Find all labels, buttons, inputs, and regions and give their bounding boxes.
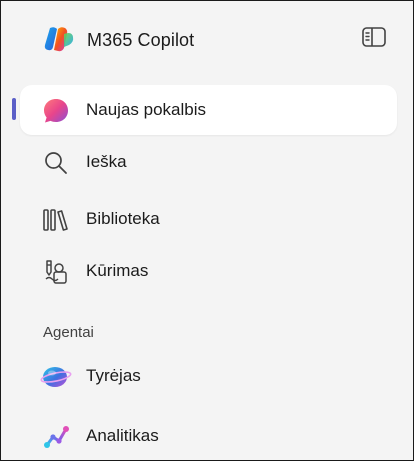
nav-item-label: Biblioteka — [86, 209, 160, 228]
analyst-icon — [42, 423, 70, 451]
create-icon — [42, 258, 70, 286]
researcher-icon — [40, 363, 72, 391]
app-title: M365 Copilot — [87, 30, 195, 50]
agents-section-label: Agentai — [43, 324, 94, 341]
nav-item-label: Naujas pokalbis — [86, 100, 207, 119]
copilot-sidebar: M365 Copilot Naujas pokalbis Ieška Bibli… — [0, 0, 414, 461]
library-icon — [42, 206, 70, 234]
new-chat-icon — [42, 97, 70, 125]
nav-item-library[interactable]: Biblioteka — [20, 194, 397, 244]
sidebar-toggle-icon — [361, 26, 387, 53]
active-indicator — [12, 98, 16, 120]
nav-item-search[interactable]: Ieška — [20, 137, 397, 187]
agent-item-label: Tyrėjas — [86, 366, 141, 385]
sidebar-header: M365 Copilot — [1, 1, 413, 79]
nav-item-new-chat[interactable]: Naujas pokalbis — [20, 85, 397, 135]
agent-item-researcher[interactable]: Tyrėjas — [20, 351, 397, 401]
nav-item-create[interactable]: Kūrimas — [20, 246, 397, 296]
copilot-logo-icon — [44, 26, 74, 52]
sidebar-toggle-button[interactable] — [359, 25, 389, 53]
agent-item-analyst[interactable]: Analitikas — [20, 411, 397, 460]
search-icon — [42, 149, 70, 177]
agent-item-label: Analitikas — [86, 426, 159, 445]
nav-item-label: Kūrimas — [86, 261, 149, 280]
nav-item-label: Ieška — [86, 152, 127, 171]
